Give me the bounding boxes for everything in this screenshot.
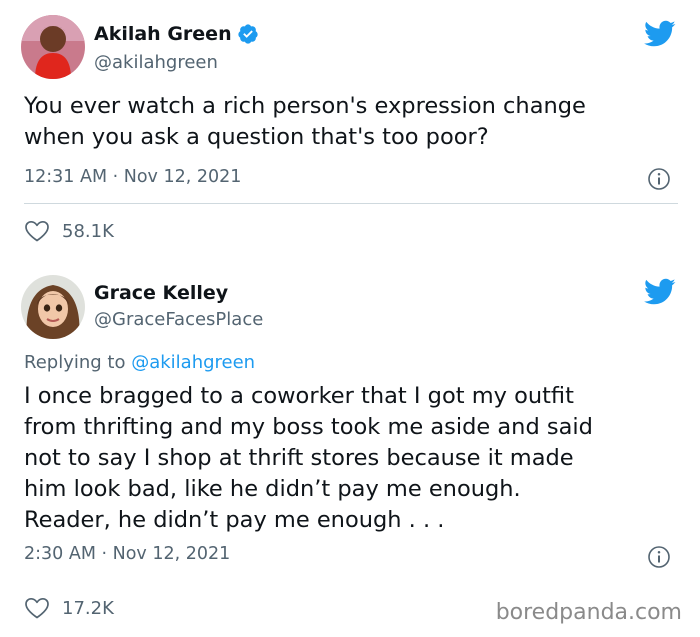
tweet-timestamp[interactable]: 2:30 AM · Nov 12, 2021 [24,544,230,564]
tweet-grace-kelley[interactable]: Grace Kelley @GraceFacesPlace Replying t… [0,268,700,637]
tweet-text: I once bragged to a coworker that I got … [24,383,593,533]
divider [24,203,678,204]
avatar-image [21,275,85,339]
name-line: Grace Kelley [94,282,228,304]
likes-count: 17.2K [62,597,114,619]
display-name[interactable]: Grace Kelley [94,282,228,304]
heart-icon [24,596,50,620]
handle[interactable]: @GraceFacesPlace [94,309,263,330]
replying-to-handle-link[interactable]: @akilahgreen [131,352,255,373]
watermark: boredpanda.com [495,600,682,625]
avatar-image [21,15,85,79]
like-button[interactable]: 17.2K [24,596,114,620]
twitter-bird-icon[interactable] [644,20,676,48]
avatar[interactable] [21,15,85,79]
like-button[interactable]: 58.1K [24,219,114,243]
heart-icon [24,219,50,243]
tweet-text: You ever watch a rich person's expressio… [24,93,586,150]
name-line: Akilah Green [94,23,259,45]
replying-to: Replying to @akilahgreen [24,352,255,373]
display-name[interactable]: Akilah Green [94,23,232,45]
avatar[interactable] [21,275,85,339]
likes-count: 58.1K [62,220,114,242]
verified-badge-icon [237,23,259,45]
info-icon[interactable] [647,545,671,569]
twitter-bird-icon[interactable] [644,278,676,306]
info-icon[interactable] [647,167,671,191]
tweet-timestamp[interactable]: 12:31 AM · Nov 12, 2021 [24,167,241,187]
handle[interactable]: @akilahgreen [94,52,218,73]
tweet-akilah-green[interactable]: Akilah Green @akilahgreen You ever watch… [0,0,700,268]
replying-to-label: Replying to [24,352,132,373]
